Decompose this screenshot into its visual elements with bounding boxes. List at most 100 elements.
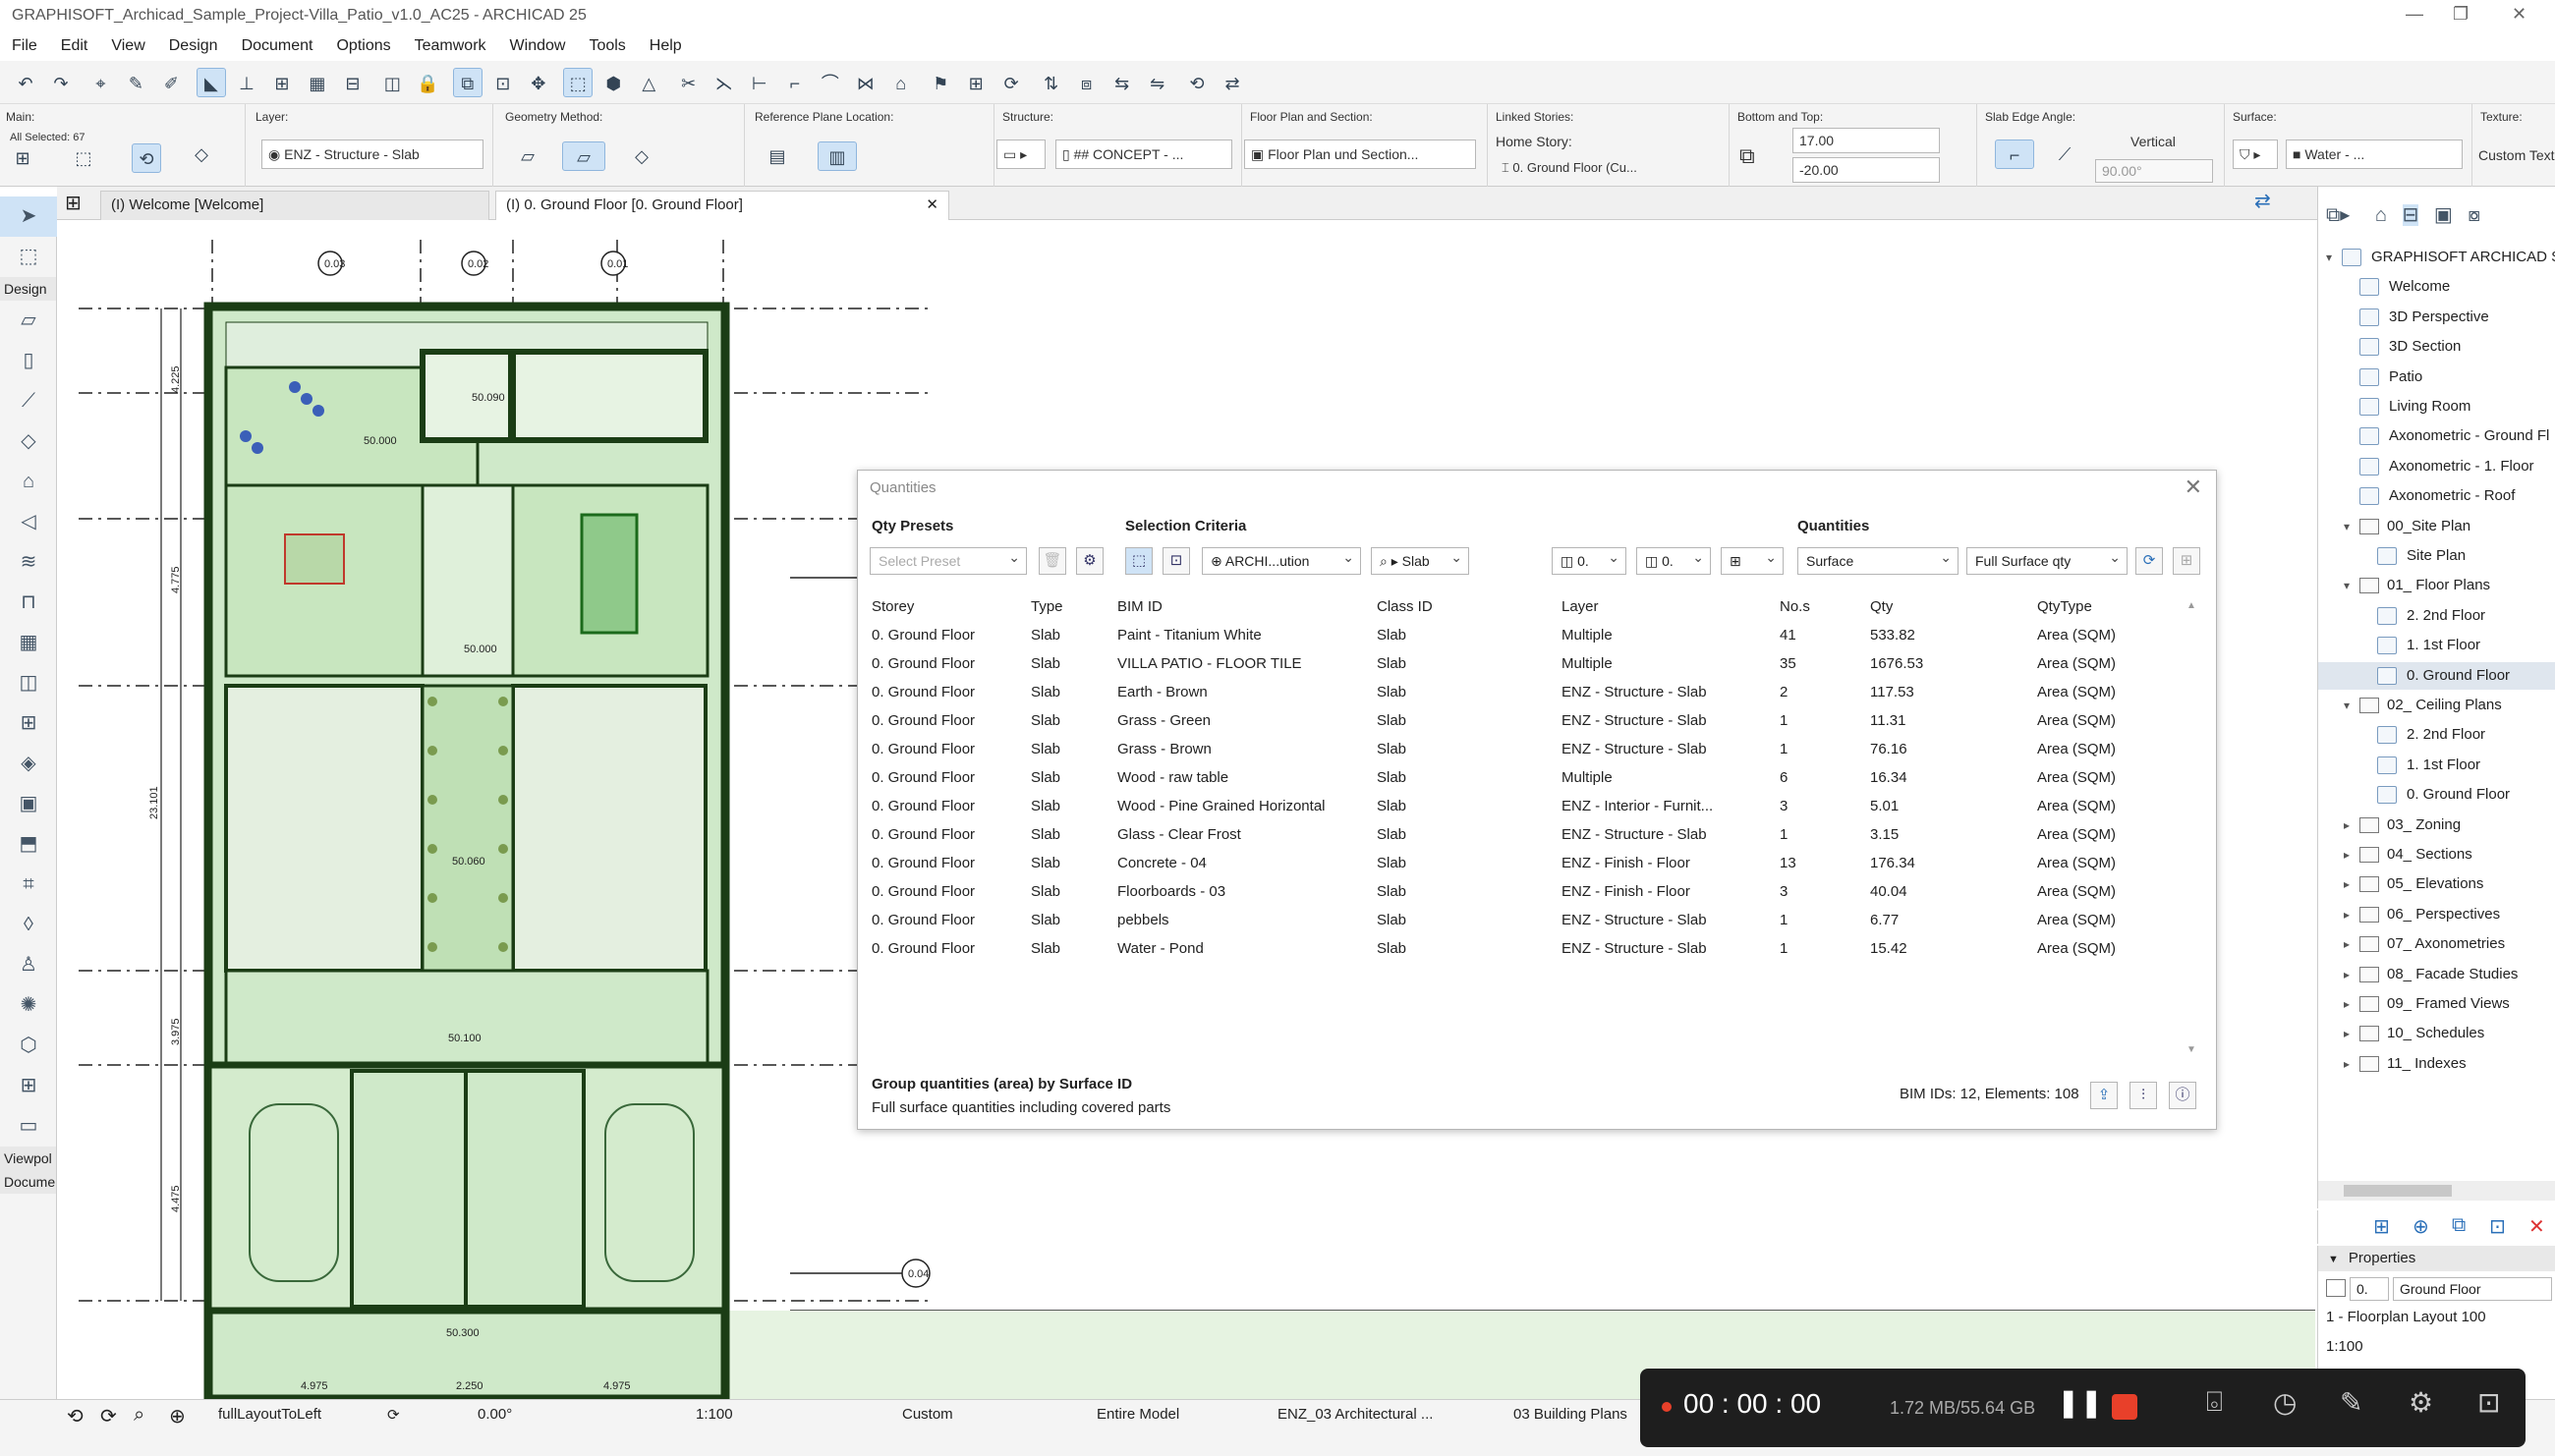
navigator-item[interactable]: ▾ 00_Site Plan	[2318, 513, 2555, 540]
scroll-down-icon[interactable]: ▼	[2186, 1044, 2196, 1055]
expand-arrow-icon[interactable]: ▾	[2344, 513, 2359, 540]
home-story-dropdown[interactable]: ⌶ 0. Ground Floor (Cu...	[1496, 157, 1722, 181]
trace-icon[interactable]: ⊡	[488, 69, 518, 98]
wall-tool-icon[interactable]: ▱	[0, 301, 57, 341]
export-selection-icon[interactable]: ⊞	[2173, 547, 2200, 575]
top-offset-input[interactable]: 17.00	[1792, 128, 1940, 153]
table-row[interactable]: 0. Ground Floor Slab Wood - Pine Grained H…	[872, 792, 2185, 820]
grid-tool-icon[interactable]: ⊞	[0, 1066, 57, 1106]
navigator-item[interactable]: ▾ 01_ Floor Plans	[2318, 572, 2555, 599]
orientation-angle[interactable]: 0.00°	[478, 1406, 512, 1423]
tab-ground-floor[interactable]: (I) 0. Ground Floor [0. Ground Floor] ✕	[495, 191, 949, 220]
navigator-item[interactable]: 2. 2nd Floor	[2318, 602, 2555, 630]
expand-arrow-icon[interactable]: ▸	[2344, 1020, 2359, 1047]
navigator-item[interactable]: 2. 2nd Floor	[2318, 721, 2555, 749]
table-row[interactable]: 0. Ground Floor Slab Concrete - 04 Slab ENZ …	[872, 849, 2185, 877]
hotlink-icon[interactable]: ⇆	[1107, 69, 1137, 98]
navigator-item[interactable]: Living Room	[2318, 393, 2555, 420]
table-row[interactable]: 0. Ground Floor Slab Grass - Green Slab ENZ …	[872, 706, 2185, 735]
layer-combination[interactable]: ENZ_03 Architectural ...	[1278, 1406, 1433, 1423]
expand-arrow-icon[interactable]: ▸	[2344, 990, 2359, 1018]
intersect-icon[interactable]: ⋈	[851, 69, 880, 98]
stair-tool-icon[interactable]: ≋	[0, 542, 57, 583]
expand-arrow-icon[interactable]: ▸	[2344, 812, 2359, 839]
nav-new-view-icon[interactable]: ⊕	[2413, 1214, 2429, 1239]
flag-icon[interactable]: ⚑	[926, 69, 955, 98]
navigator-item[interactable]: ▸ 04_ Sections	[2318, 841, 2555, 868]
table-row[interactable]: 0. Ground Floor Slab Earth - Brown Slab ENZ …	[872, 678, 2185, 706]
expand-arrow-icon[interactable]: ▾	[2344, 692, 2359, 719]
table-row[interactable]: 0. Ground Floor Slab Floorboards - 03 Slab E…	[872, 877, 2185, 906]
navigator-item[interactable]: 3D Section	[2318, 333, 2555, 361]
rotate-icon[interactable]: ⟲	[132, 143, 161, 173]
object-tool-icon[interactable]: ▣	[0, 784, 57, 824]
navigator-item[interactable]: ▸ 05_ Elevations	[2318, 870, 2555, 898]
story-id-input[interactable]: 0.	[2350, 1277, 2389, 1301]
grid-snap-icon[interactable]: ⊞	[267, 69, 297, 98]
column-header[interactable]: Qty	[1870, 592, 2037, 621]
send-receive-icon[interactable]: ⇄	[1218, 69, 1247, 98]
column-header[interactable]: Storey	[872, 592, 1031, 621]
marquee-icon[interactable]: ⬚	[69, 143, 98, 173]
toolbox-document-header[interactable]: Docume	[0, 1170, 56, 1194]
scroll-up-icon[interactable]: ▲	[2186, 600, 2196, 611]
navigator-item[interactable]: Axonometric - 1. Floor	[2318, 453, 2555, 480]
pen-set[interactable]: Custom	[902, 1406, 953, 1423]
navigator-item[interactable]: 1. 1st Floor	[2318, 752, 2555, 779]
navigator-item[interactable]: Site Plan	[2318, 542, 2555, 570]
slab-settings-icon[interactable]: ◇	[187, 140, 216, 169]
nav-settings-icon[interactable]: ⊞	[2373, 1214, 2390, 1239]
settings-sliders-icon[interactable]: ⫶	[2129, 1082, 2157, 1109]
scale-value[interactable]: 1:100	[2326, 1338, 2363, 1355]
export-icon[interactable]: ⇪	[2090, 1082, 2118, 1109]
table-row[interactable]: 0. Ground Floor Slab Glass - Clear Frost Sl…	[872, 820, 2185, 849]
column-header[interactable]: BIM ID	[1117, 592, 1377, 621]
close-icon[interactable]: ✕	[2512, 4, 2527, 25]
expand-arrow-icon[interactable]: ▸	[2344, 870, 2359, 898]
figure-tool-icon[interactable]: ♙	[0, 945, 57, 985]
menu-file[interactable]: File	[12, 37, 37, 54]
preset-select[interactable]: Select Preset	[870, 547, 1027, 575]
menu-options[interactable]: Options	[336, 37, 390, 54]
skylight-tool-icon[interactable]: ◈	[0, 744, 57, 784]
zone-tool-icon[interactable]: ⬒	[0, 824, 57, 865]
table-row[interactable]: 0. Ground Floor Slab Paint - Titanium Whit…	[872, 621, 2185, 649]
publisher-icon[interactable]: ⧇	[2468, 204, 2480, 226]
navigator-item[interactable]: ▸ 09_ Framed Views	[2318, 990, 2555, 1018]
table-row[interactable]: 0. Ground Floor Slab Water - Pond Slab ENZ -…	[872, 934, 2185, 963]
texture-value[interactable]: Custom Text	[2478, 147, 2555, 163]
expand-arrow-icon[interactable]: ▸	[2344, 930, 2359, 958]
story-to-select[interactable]: ◫ 0.	[1636, 547, 1711, 575]
menu-window[interactable]: Window	[510, 37, 566, 54]
marquee-selection-icon[interactable]: ⊡	[1163, 547, 1190, 575]
draw-icon[interactable]: ✎	[2340, 1386, 2362, 1419]
orientation-icon[interactable]: ⟳	[387, 1406, 400, 1424]
view-map-icon[interactable]: ⊟	[2402, 204, 2419, 226]
navigator-item[interactable]: 3D Perspective	[2318, 304, 2555, 331]
expand-arrow-icon[interactable]: ▾	[2344, 572, 2359, 599]
cube-icon[interactable]: ⬢	[598, 69, 628, 98]
beam-tool-icon[interactable]: ⟋	[0, 381, 57, 421]
element-type-filter[interactable]: ⌕ ▸ Slab	[1371, 547, 1469, 575]
ruler-icon[interactable]: ▦	[303, 69, 332, 98]
zoom-out-icon[interactable]: ⟲	[67, 1404, 84, 1428]
bottom-offset-input[interactable]: -20.00	[1792, 157, 1940, 183]
expand-arrow-icon[interactable]: ▸	[2344, 841, 2359, 868]
menu-tools[interactable]: Tools	[589, 37, 625, 54]
lock-icon[interactable]: 🔒	[413, 69, 442, 98]
nav-delete-icon[interactable]: ✕	[2528, 1214, 2545, 1239]
mesh-tool-icon[interactable]: ⌗	[0, 865, 57, 905]
geometry-basic-icon[interactable]: ▱	[513, 141, 542, 171]
properties-header[interactable]: ▼ Properties	[2318, 1246, 2555, 1271]
navigator-item[interactable]: ▸ 10_ Schedules	[2318, 1020, 2555, 1047]
table-row[interactable]: 0. Ground Floor Slab pebbels Slab ENZ - Stru…	[872, 906, 2185, 934]
layer-icon[interactable]: ◫	[377, 69, 407, 98]
table-row[interactable]: 0. Ground Floor Slab Wood - raw table Slab M…	[872, 763, 2185, 792]
fit-window-icon[interactable]: ⊕	[169, 1404, 186, 1428]
scale-status[interactable]: 1:100	[696, 1406, 733, 1423]
story-name-input[interactable]: Ground Floor	[2393, 1277, 2552, 1301]
suspend-groups-icon[interactable]: ⧉	[452, 68, 483, 97]
geometry-polygon-icon[interactable]: ▱	[562, 141, 605, 171]
fillet-icon[interactable]: ⌐	[780, 69, 810, 98]
delete-preset-icon[interactable]: 🗑	[1039, 547, 1066, 575]
